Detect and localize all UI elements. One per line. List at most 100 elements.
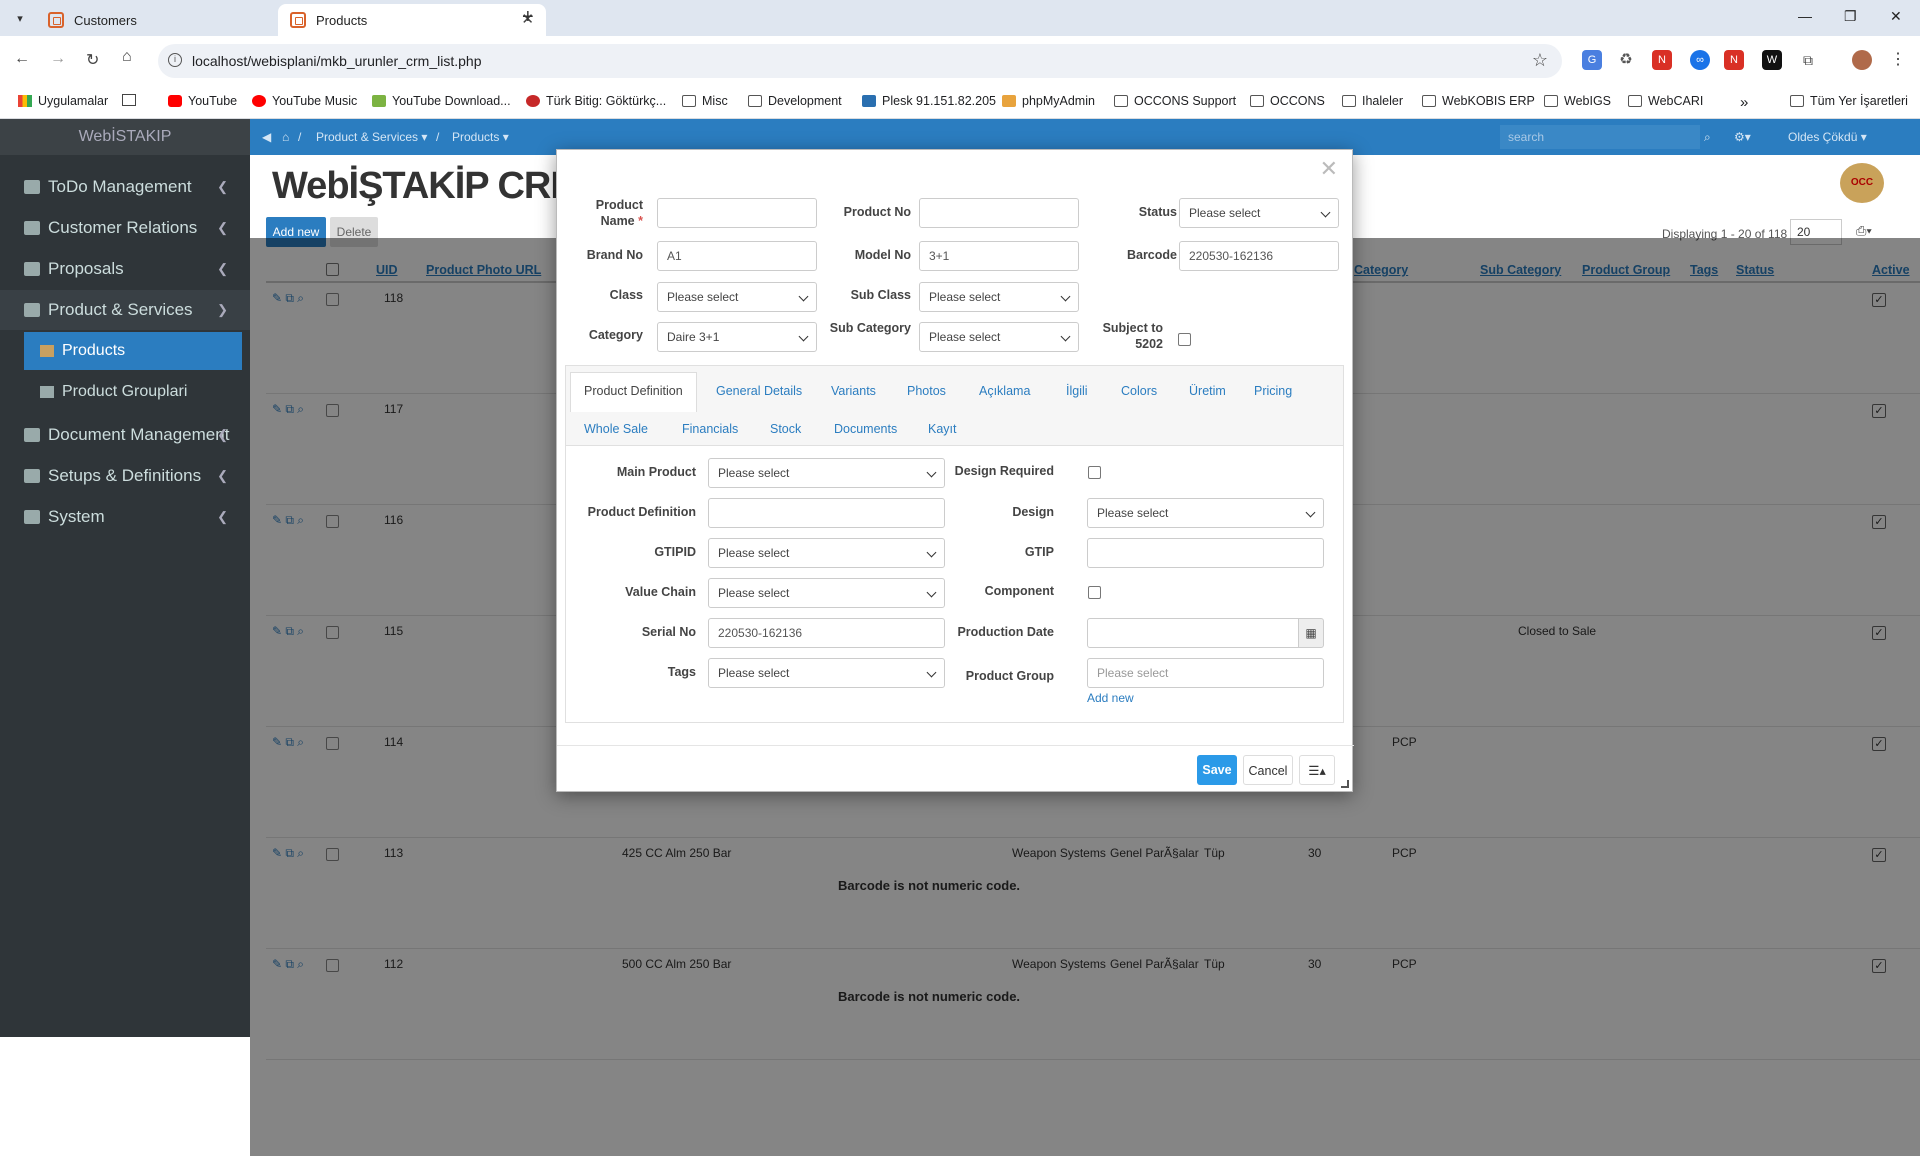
reload-icon[interactable]: ↻ [86, 50, 99, 70]
tab-aciklama[interactable]: Açıklama [979, 384, 1030, 398]
tab-ilgili[interactable]: İlgili [1066, 384, 1088, 398]
sub-category-select[interactable]: Please select [919, 322, 1079, 352]
tab-variants[interactable]: Variants [831, 384, 876, 398]
more-options-menu-icon[interactable]: ☰▴ [1299, 755, 1335, 785]
site-info-icon[interactable]: i [168, 53, 182, 67]
brand-no-input[interactable]: A1 [657, 241, 817, 271]
serial-no-input[interactable]: 220530-162136 [708, 618, 945, 648]
bookmark-ihaleler[interactable]: Ihaleler [1342, 94, 1403, 108]
minimize-icon[interactable]: — [1798, 8, 1812, 24]
gtipid-select[interactable]: Please select [708, 538, 945, 568]
global-search-input[interactable]: search [1500, 125, 1700, 149]
tab-uretim[interactable]: Üretim [1189, 384, 1226, 398]
gear-icon[interactable]: ⚙▾ [1734, 130, 1751, 144]
status-select[interactable]: Please select [1179, 198, 1339, 228]
cancel-button[interactable]: Cancel [1243, 755, 1293, 785]
tab-kayit[interactable]: Kayıt [928, 422, 957, 436]
bookmark-development[interactable]: Development [748, 94, 842, 108]
bookmark-star-icon[interactable]: ☆ [1532, 50, 1548, 71]
sidebar-item-todo[interactable]: ToDo Management ❮ [0, 167, 250, 207]
breadcrumb-product-services[interactable]: Product & Services ▾ [316, 130, 427, 144]
sub-class-select[interactable]: Please select [919, 282, 1079, 312]
bookmark-webkobis[interactable]: WebKOBIS ERP [1422, 94, 1535, 108]
design-required-checkbox[interactable] [1088, 466, 1101, 479]
close-window-icon[interactable]: ✕ [1890, 8, 1902, 25]
tab-financials[interactable]: Financials [682, 422, 738, 436]
tab-customers[interactable]: Customers ✕ [36, 4, 304, 36]
product-definition-input[interactable] [708, 498, 945, 528]
extensions-puzzle-icon[interactable]: ⧉ [1798, 50, 1818, 70]
bookmark-grid[interactable] [122, 94, 142, 106]
calendar-icon[interactable]: ▦ [1298, 618, 1324, 648]
bookmark-misc[interactable]: Misc [682, 94, 728, 108]
bookmark-youtube-music[interactable]: YouTube Music [252, 94, 357, 108]
forward-icon[interactable]: → [50, 50, 66, 68]
user-menu[interactable]: Oldes Çökdü ▾ [1788, 130, 1867, 144]
bookmarks-overflow-button[interactable]: » [1740, 94, 1748, 111]
new-tab-button[interactable]: + [522, 6, 534, 29]
barcode-input[interactable]: 220530-162136 [1179, 241, 1339, 271]
sidebar-item-customer-relations[interactable]: Customer Relations ❮ [0, 208, 250, 248]
bookmark-youtube[interactable]: YouTube [168, 94, 237, 108]
address-bar[interactable]: i localhost/webisplani/mkb_urunler_crm_l… [158, 44, 1562, 78]
tags-select[interactable]: Please select [708, 658, 945, 688]
tab-general-details[interactable]: General Details [716, 384, 802, 398]
component-checkbox[interactable] [1088, 586, 1101, 599]
profile-avatar[interactable] [1852, 50, 1872, 70]
bookmark-phpmyadmin[interactable]: phpMyAdmin [1002, 94, 1095, 108]
sidebar-item-system[interactable]: System ❮ [0, 497, 250, 537]
value-chain-select[interactable]: Please select [708, 578, 945, 608]
tab-whole-sale[interactable]: Whole Sale [584, 422, 648, 436]
browser-menu-icon[interactable]: ⋮ [1888, 50, 1908, 70]
tab-pricing[interactable]: Pricing [1254, 384, 1292, 398]
bookmark-all[interactable]: Tüm Yer İşaretleri [1790, 94, 1908, 108]
product-name-input[interactable] [657, 198, 817, 228]
breadcrumb-products[interactable]: Products ▾ [452, 130, 509, 144]
recycle-extension-icon[interactable]: ♻ [1616, 50, 1636, 70]
bookmark-occons[interactable]: OCCONS [1250, 94, 1325, 108]
sidebar-subitem-products[interactable]: Products [24, 332, 242, 370]
translate-extension-icon[interactable]: G [1582, 50, 1602, 70]
sidebar-subitem-product-groups[interactable]: Product Grouplari [24, 373, 242, 411]
new-badge-extension-icon[interactable]: N [1724, 50, 1744, 70]
bookmark-plesk[interactable]: Plesk 91.151.82.205 [862, 94, 996, 108]
bookmark-youtube-download[interactable]: YouTube Download... [372, 94, 511, 108]
infinity-extension-icon[interactable]: ∞ [1690, 50, 1710, 70]
new-extension-icon[interactable]: N [1652, 50, 1672, 70]
subject-5202-checkbox[interactable] [1178, 333, 1191, 346]
bookmark-turk-bitig[interactable]: Türk Bitig: Göktürkç... [526, 94, 666, 108]
bookmark-apps[interactable]: Uygulamalar [18, 94, 108, 108]
product-group-input[interactable]: Please select [1087, 658, 1324, 688]
design-select[interactable]: Please select [1087, 498, 1324, 528]
print-icon[interactable]: ⎙▾ [1856, 223, 1872, 239]
tab-product-definition[interactable]: Product Definition [570, 372, 697, 412]
gtip-input[interactable] [1087, 538, 1324, 568]
tab-documents[interactable]: Documents [834, 422, 897, 436]
production-date-input[interactable] [1087, 618, 1299, 648]
sidebar-item-proposals[interactable]: Proposals ❮ [0, 249, 250, 289]
tab-products[interactable]: Products ✕ [278, 4, 546, 36]
home-icon[interactable]: ⌂ [122, 48, 132, 66]
collapse-sidebar-icon[interactable]: ◀ [262, 130, 271, 144]
product-no-input[interactable] [919, 198, 1079, 228]
main-product-select[interactable]: Please select [708, 458, 945, 488]
tab-stock[interactable]: Stock [770, 422, 801, 436]
bookmark-webcari[interactable]: WebCARI [1628, 94, 1703, 108]
class-select[interactable]: Please select [657, 282, 817, 312]
tab-search-button[interactable]: ▾ [8, 6, 32, 30]
bookmark-occons-support[interactable]: OCCONS Support [1114, 94, 1236, 108]
sidebar-item-product-services[interactable]: Product & Services ❯ [0, 290, 250, 330]
home-icon[interactable]: ⌂ [282, 130, 289, 144]
save-button[interactable]: Save [1197, 755, 1237, 785]
w-extension-icon[interactable]: W [1762, 50, 1782, 70]
search-icon[interactable]: ⌕ [1704, 130, 1711, 145]
category-select[interactable]: Daire 3+1 [657, 322, 817, 352]
tab-colors[interactable]: Colors [1121, 384, 1157, 398]
tab-photos[interactable]: Photos [907, 384, 946, 398]
add-new-product-group-link[interactable]: Add new [1087, 691, 1134, 705]
bookmark-webigs[interactable]: WebIGS [1544, 94, 1611, 108]
sidebar-item-setups[interactable]: Setups & Definitions ❮ [0, 456, 250, 496]
sidebar-item-document-management[interactable]: Document Management ❮ [0, 415, 250, 455]
back-icon[interactable]: ← [14, 50, 30, 68]
restore-icon[interactable]: ❐ [1844, 8, 1857, 25]
